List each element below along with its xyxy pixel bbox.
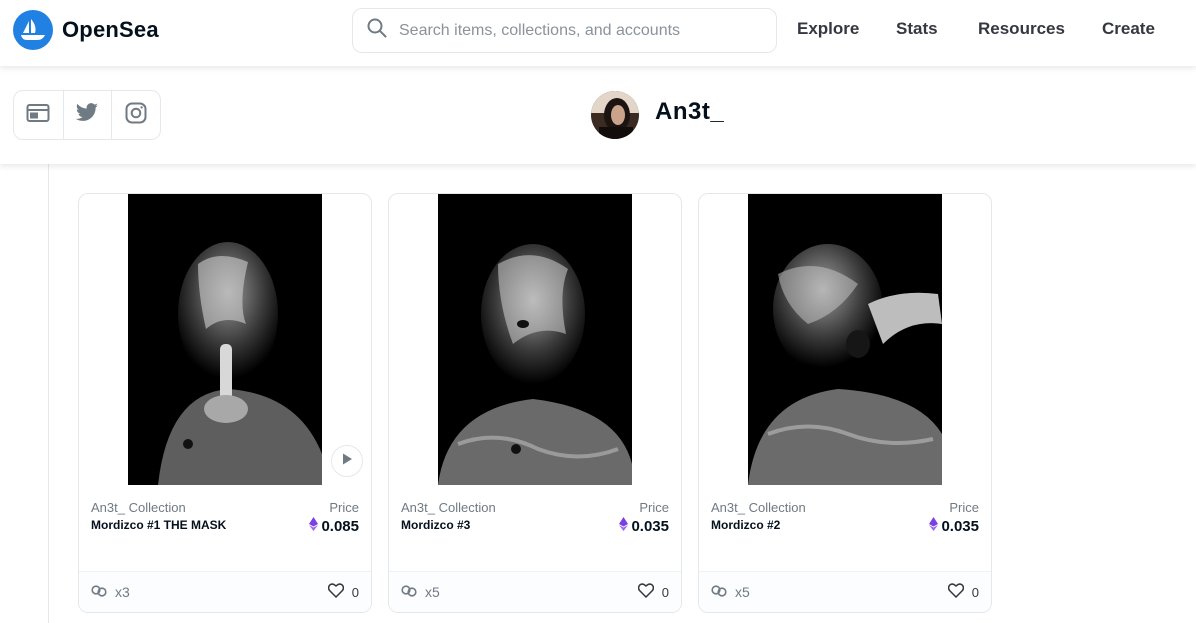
items-grid: An3t_ Collection Mordizco #1 THE MASK Pr… [0,164,1196,623]
likes-count: 0 [351,584,359,600]
price: 0.085 [309,517,359,535]
eth-icon [309,517,319,535]
nav-explore[interactable]: Explore [797,19,859,39]
instagram-icon [125,102,147,129]
collection-name[interactable]: An3t_ Collection [401,500,496,515]
eth-icon [619,517,629,535]
card-footer: x5 0 [699,571,991,612]
nft-card[interactable]: An3t_ Collection Mordizco #3 Price 0.035… [388,193,682,613]
editions-count: x5 [425,584,440,600]
nav-create[interactable]: Create [1102,19,1155,39]
price: 0.035 [929,517,979,535]
search-icon [367,18,387,43]
avatar[interactable] [591,91,639,139]
website-button[interactable] [14,91,63,139]
twitter-icon [75,102,99,128]
item-name: Mordizco #3 [401,518,471,532]
play-icon [340,452,354,471]
price-value: 0.085 [321,517,359,535]
price-value: 0.035 [941,517,979,535]
nft-card[interactable]: An3t_ Collection Mordizco #2 Price 0.035… [698,193,992,613]
sailboat-icon [13,10,53,50]
nft-image [438,194,632,485]
top-navigation: OpenSea Explore Stats Resources Create [0,0,1196,66]
card-footer: x5 0 [389,571,681,612]
twitter-button[interactable] [62,91,112,139]
divider [48,164,49,623]
link-icon [401,584,417,600]
link-icon [711,584,727,600]
profile-header: An3t_ [0,66,1196,164]
heart-icon [947,583,964,601]
likes-count: 0 [661,584,669,600]
likes-count: 0 [971,584,979,600]
price-label: Price [329,500,359,515]
brand-name: OpenSea [62,17,159,42]
favorite-button[interactable]: 0 [947,583,979,601]
price-label: Price [639,500,669,515]
nav-stats[interactable]: Stats [896,19,938,39]
favorite-button[interactable]: 0 [637,583,669,601]
link-icon [91,584,107,600]
editions-count: x5 [735,584,750,600]
social-links [13,90,161,140]
heart-icon [327,583,344,601]
editions: x3 [91,584,130,600]
price-label: Price [949,500,979,515]
nft-image [748,194,942,485]
editions-count: x3 [115,584,130,600]
profile-username: An3t_ [655,98,725,125]
play-button[interactable] [331,445,363,477]
nft-card[interactable]: An3t_ Collection Mordizco #1 THE MASK Pr… [78,193,372,613]
price: 0.035 [619,517,669,535]
nav-resources[interactable]: Resources [978,19,1065,39]
eth-icon [929,517,939,535]
search-input[interactable] [399,21,759,40]
website-icon [26,103,50,128]
card-footer: x3 0 [79,571,371,612]
opensea-logo[interactable]: OpenSea [13,10,159,50]
item-name: Mordizco #2 [711,518,781,532]
item-name: Mordizco #1 THE MASK [91,518,227,532]
collection-name[interactable]: An3t_ Collection [91,500,186,515]
search-bar[interactable] [352,8,777,53]
heart-icon [637,583,654,601]
price-value: 0.035 [631,517,669,535]
nft-image [128,194,322,485]
instagram-button[interactable] [111,91,160,139]
editions: x5 [401,584,440,600]
editions: x5 [711,584,750,600]
favorite-button[interactable]: 0 [327,583,359,601]
collection-name[interactable]: An3t_ Collection [711,500,806,515]
